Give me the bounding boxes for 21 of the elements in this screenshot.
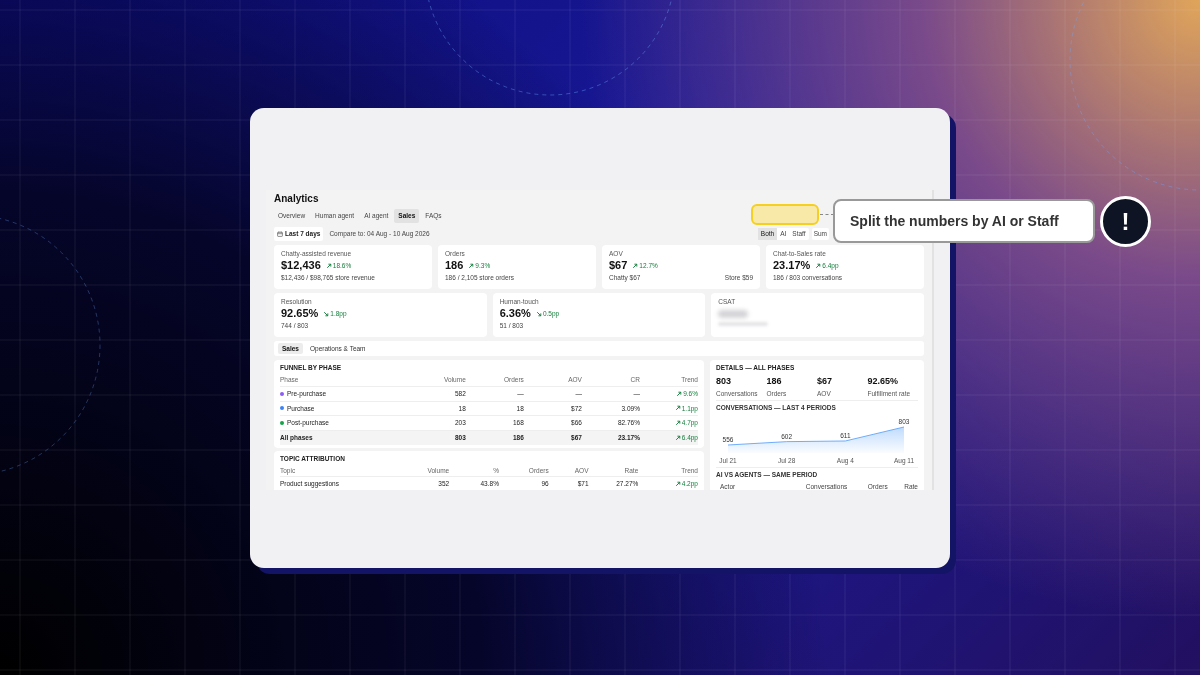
highlight-box <box>751 204 819 225</box>
metric-value: $67 <box>609 260 628 272</box>
arrow-up-right-icon <box>674 434 681 441</box>
arrow-up-right-icon <box>674 405 681 412</box>
callout-text: Split the numbers by AI or Staff <box>850 211 1059 231</box>
stat-value: $67 <box>817 375 834 388</box>
metric-value: 23.17% <box>773 260 811 272</box>
arrow-up-right-icon <box>674 420 681 427</box>
arrow-up-right-icon <box>674 481 681 488</box>
calendar-icon <box>277 230 283 237</box>
alert-badge: ! <box>1100 196 1151 247</box>
metric-value: 186 <box>445 260 464 272</box>
metric-value: 92.65% <box>281 308 319 320</box>
blurred-value <box>718 310 749 319</box>
metric-value: 6.36% <box>499 308 531 320</box>
stat-value: 803 <box>716 375 733 388</box>
arrow-up-right-icon <box>676 390 683 397</box>
metric-value: $12,436 <box>281 260 321 272</box>
page-title: Analytics <box>274 193 320 205</box>
stat-value: 92.65% <box>867 375 900 388</box>
stat-value: 186 <box>766 375 783 388</box>
